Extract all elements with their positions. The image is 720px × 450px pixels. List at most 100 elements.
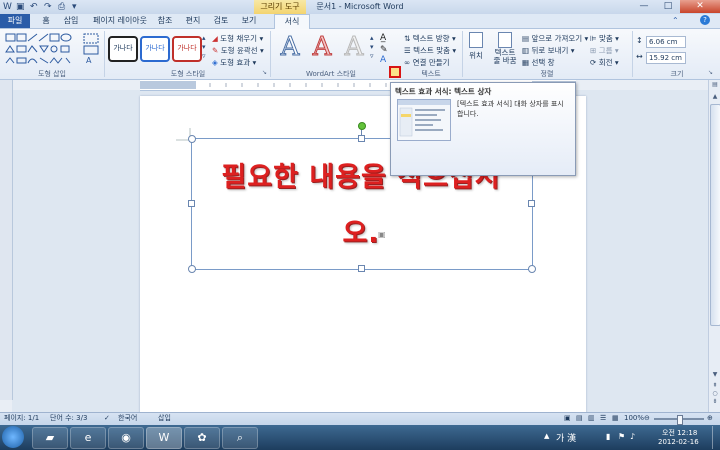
scroll-down-icon[interactable]: ▼ [710, 370, 720, 380]
edit-shape-buttons[interactable]: A [82, 32, 102, 66]
zoom-slider-thumb[interactable] [677, 415, 683, 425]
align-text-label: 텍스트 맞춤 [413, 46, 451, 55]
ruler-toggle-icon[interactable]: ▤ [710, 80, 720, 90]
paste-options-icon[interactable]: ▣ [378, 230, 386, 239]
taskbar-paint-icon[interactable]: ✿ [184, 427, 220, 449]
print-icon[interactable]: ⎙ [58, 1, 65, 13]
resize-handle-bottom-right[interactable] [528, 265, 536, 273]
undo-icon[interactable]: ↶ [30, 1, 38, 13]
tray-volume-icon[interactable]: ♪ [630, 432, 635, 441]
create-link-button[interactable]: ∞ 연결 만들기 [404, 57, 450, 68]
zoom-in-icon[interactable]: ⊕ [707, 413, 713, 424]
tray-flag-icon[interactable]: ⚑ [618, 432, 625, 441]
save-icon[interactable]: ▣ [16, 1, 25, 13]
tab-references[interactable]: 참조 [152, 14, 178, 28]
selection-pane-button[interactable]: ▦ 선택 창 [522, 57, 555, 68]
text-effects-icon[interactable]: A [380, 55, 386, 65]
close-icon[interactable]: ✕ [680, 0, 720, 13]
rotate-handle[interactable] [358, 122, 366, 130]
taskbar-internet-explorer-icon[interactable]: e [70, 427, 106, 449]
group-button[interactable]: ⊞ 그룹 ▾ [590, 45, 619, 56]
shape-effects-button[interactable]: ◈ 도형 효과 ▾ [212, 57, 256, 68]
taskbar-magnifier-icon[interactable]: ⌕ [222, 427, 258, 449]
wordart-style-gray[interactable]: A [340, 33, 368, 62]
tab-file[interactable]: 파일 [0, 14, 30, 28]
edit-shape-icon: A [83, 33, 99, 65]
view-draft-icon[interactable]: ▦ [612, 413, 619, 424]
tray-time[interactable]: 오전 12:18 [662, 428, 697, 438]
shape-fill-button[interactable]: ◢ 도형 채우기 ▾ [212, 33, 263, 44]
tray-show-hidden-icon[interactable]: ▲ [544, 432, 549, 440]
send-backward-button[interactable]: ▥ 뒤로 보내기 ▾ [522, 45, 575, 56]
status-insert-mode[interactable]: 삽입 [158, 413, 171, 424]
shape-style-blue[interactable]: 가나다 [140, 36, 170, 62]
previous-page-icon[interactable]: ⇞ [710, 382, 720, 390]
view-outline-icon[interactable]: ☰ [600, 413, 606, 424]
browse-object-icon[interactable]: ○ [710, 390, 720, 398]
redo-icon[interactable]: ↷ [44, 1, 52, 13]
next-page-icon[interactable]: ⇟ [710, 398, 720, 406]
wrap-text-button[interactable]: 텍스트 줄 바꿈 [490, 32, 520, 66]
zoom-level[interactable]: 100% [624, 413, 644, 424]
zoom-out-icon[interactable]: ⊖ [644, 413, 650, 424]
resize-handle-top-left[interactable] [188, 135, 196, 143]
align-text-button[interactable]: ☰ 텍스트 맞춤 ▾ [404, 45, 456, 56]
word-app-icon[interactable]: W [3, 1, 12, 13]
status-language[interactable]: 한국어 [118, 413, 137, 424]
start-button-icon[interactable] [2, 426, 24, 448]
align-button[interactable]: ⊫ 맞춤 ▾ [590, 33, 619, 44]
tab-page-layout[interactable]: 페이지 레이아웃 [88, 14, 152, 28]
view-web-layout-icon[interactable]: ▥ [588, 413, 595, 424]
vertical-ruler [0, 80, 13, 400]
shape-style-black[interactable]: 가나다 [108, 36, 138, 62]
scroll-up-icon[interactable]: ▲ [710, 92, 720, 102]
wordart-style-red[interactable]: A [308, 33, 336, 62]
view-print-layout-icon[interactable]: ▣ [564, 413, 571, 424]
resize-handle-top[interactable] [358, 135, 365, 142]
resize-handle-bottom[interactable] [358, 265, 365, 272]
quick-access-dropdown-icon[interactable]: ▾ [72, 1, 77, 13]
tray-network-icon[interactable]: ▮ [606, 432, 610, 441]
shape-style-scroll-icons[interactable]: ▴ ▾ ▿ [202, 34, 206, 61]
wordart-style-outline-blue[interactable]: A [276, 33, 304, 62]
svg-text:A: A [86, 56, 92, 65]
position-button[interactable]: 위치 [466, 32, 486, 66]
taskbar-word-icon[interactable]: W [146, 427, 182, 449]
text-direction-button[interactable]: ⇅ 텍스트 방향 ▾ [404, 33, 456, 44]
help-icon[interactable]: ? [700, 15, 710, 25]
tab-review[interactable]: 검토 [208, 14, 234, 28]
resize-handle-bottom-left[interactable] [188, 265, 196, 273]
bring-forward-button[interactable]: ▤ 앞으로 가져오기 ▾ [522, 33, 588, 44]
shape-width-input[interactable]: 15.92 cm [646, 52, 686, 64]
text-outline-icon[interactable]: ✎ [380, 45, 388, 55]
shape-height-input[interactable]: 6.06 cm [646, 36, 686, 48]
view-full-screen-icon[interactable]: ▤ [576, 413, 583, 424]
wordart-scroll-icons[interactable]: ▴ ▾ ▿ [370, 34, 374, 61]
group-label-text: 텍스트 [421, 70, 441, 78]
tab-view[interactable]: 보기 [236, 14, 262, 28]
tab-home[interactable]: 홈 [36, 14, 56, 28]
tab-mailings[interactable]: 편지 [180, 14, 206, 28]
tab-format[interactable]: 서식 [274, 14, 310, 29]
text-fill-icon[interactable]: A̲ [380, 33, 386, 43]
ime-indicator[interactable]: 가 漢 [556, 431, 576, 444]
shape-styles-launcher-icon[interactable]: ↘ [262, 69, 267, 76]
maximize-icon[interactable]: □ [656, 0, 680, 13]
status-page[interactable]: 페이지: 1/1 [4, 413, 39, 424]
minimize-icon[interactable]: — [632, 0, 656, 13]
tab-insert[interactable]: 삽입 [58, 14, 84, 28]
shape-outline-button[interactable]: ✎ 도형 윤곽선 ▾ [212, 45, 264, 56]
tray-date[interactable]: 2012-02-16 [658, 438, 699, 446]
scrollbar-thumb[interactable] [710, 104, 720, 326]
shape-style-red[interactable]: 가나다 [172, 36, 202, 62]
taskbar-explorer-icon[interactable]: ▰ [32, 427, 68, 449]
rotate-button[interactable]: ⟳ 회전 ▾ [590, 57, 619, 68]
status-word-count[interactable]: 단어 수: 3/3 [50, 413, 87, 424]
minimize-ribbon-icon[interactable]: ⌃ [672, 16, 679, 25]
shapes-gallery[interactable] [4, 32, 78, 66]
taskbar-firefox-icon[interactable]: ◉ [108, 427, 144, 449]
status-proofing-icon[interactable]: ✓ [104, 413, 110, 424]
size-launcher-icon[interactable]: ↘ [708, 69, 713, 76]
show-desktop-button[interactable] [712, 426, 720, 449]
vertical-scrollbar[interactable]: ▤ ▲ ▼ ⇞ ○ ⇟ [708, 80, 720, 412]
